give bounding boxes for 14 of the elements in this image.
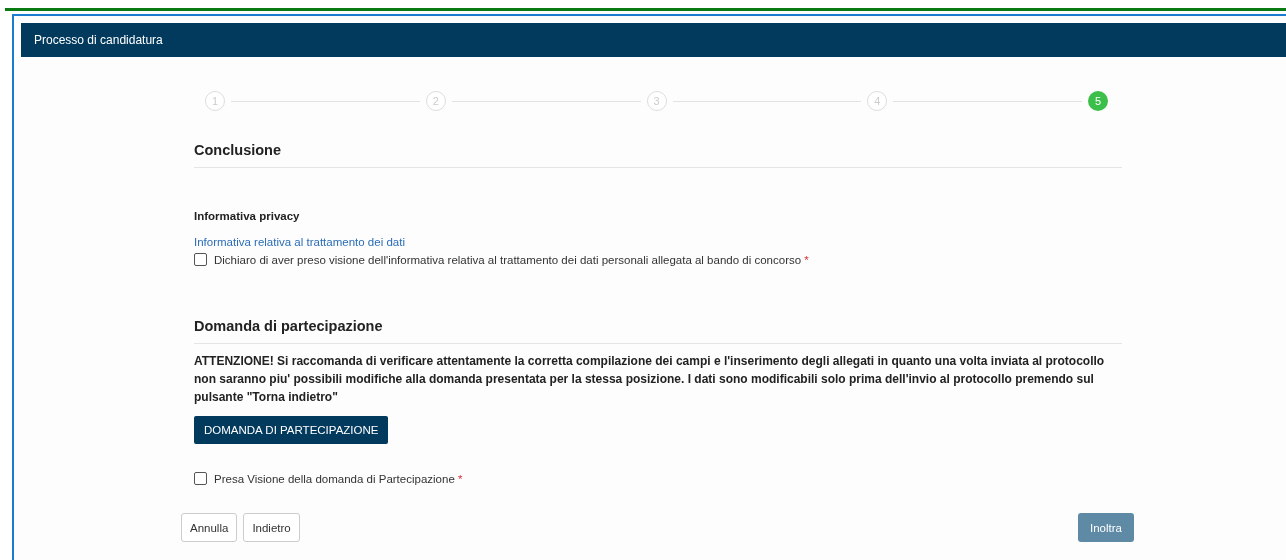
section-title: Domanda di partecipazione: [194, 318, 1122, 344]
step-indicator: 5: [1088, 91, 1108, 111]
privacy-link[interactable]: Informativa relativa al trattamento dei dati: [194, 236, 405, 248]
section-title: Conclusione: [194, 142, 1122, 168]
cancel-button[interactable]: Annulla: [181, 513, 238, 542]
checkbox[interactable]: [194, 472, 207, 485]
warning-text: ATTENZIONE! Si raccomanda di verificare attentamente la corretta compilazione dei campi e l'inserimento degli allegati in quanto una volta inviata al protocollo non saranno piu' possibili modifiche alla domanda presentata per la stessa posizione. I dati sono modificabili solo prima dell'invio al protocollo premendo sul pulsante "Torna indietro": [194, 353, 1106, 406]
application-button[interactable]: DOMANDA DI PARTECIPAZIONE: [194, 416, 389, 444]
checkbox-label: Dichiaro di aver preso visione dell'informativa relativa al trattamento dei dati personali allegata al bando di concorso *: [214, 253, 809, 266]
header-title: Processo di candidatura: [34, 33, 163, 47]
checkbox-label: Presa Visione della domanda di Partecipazione *: [214, 472, 463, 485]
back-button[interactable]: Indietro: [243, 513, 300, 542]
checkbox[interactable]: [194, 253, 207, 266]
subsection-title: Informativa privacy: [194, 210, 301, 222]
